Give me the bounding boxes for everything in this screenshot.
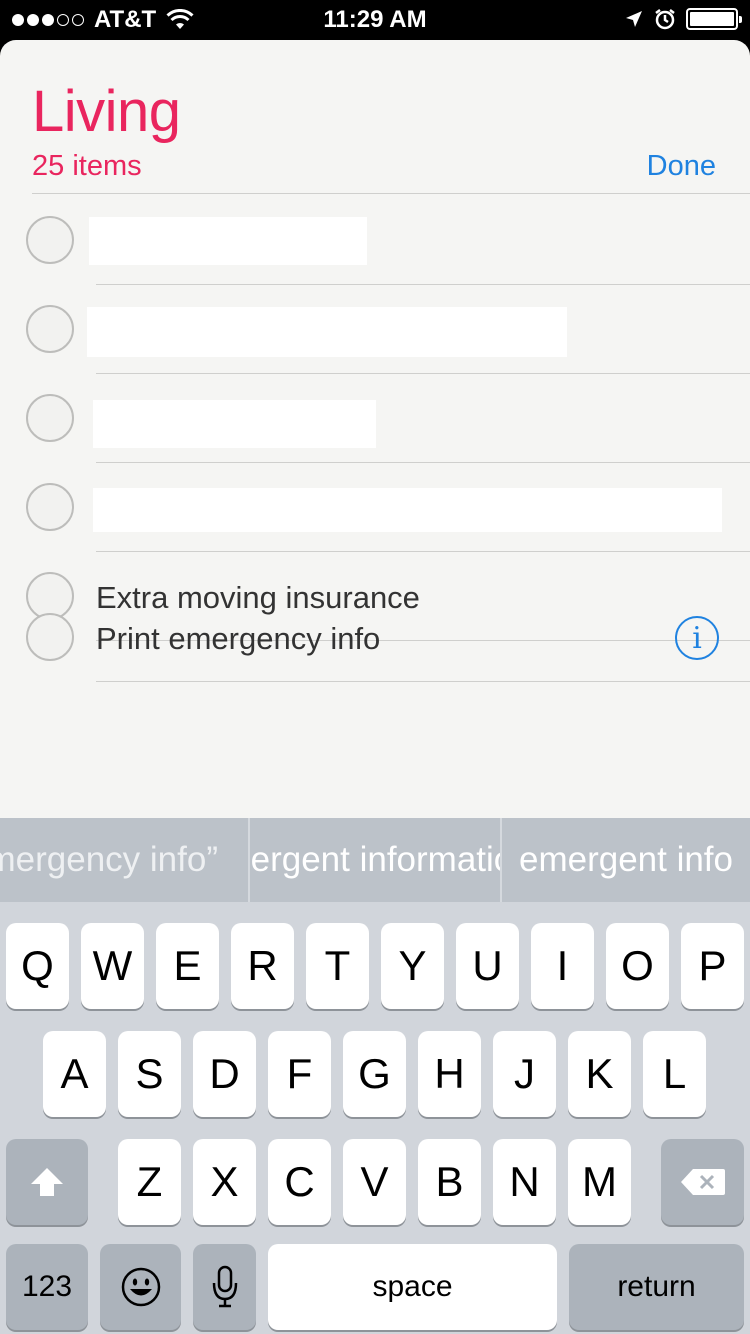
key-j[interactable]: J — [493, 1031, 556, 1117]
key-b[interactable]: B — [418, 1139, 481, 1225]
dictation-key[interactable] — [193, 1244, 256, 1330]
done-button[interactable]: Done — [647, 150, 716, 183]
microphone-icon — [212, 1265, 237, 1308]
emoji-key[interactable] — [100, 1244, 181, 1330]
key-z[interactable]: Z — [118, 1139, 181, 1225]
key-e[interactable]: E — [156, 923, 219, 1009]
numbers-key[interactable]: 123 — [6, 1244, 88, 1330]
row-divider — [96, 284, 750, 285]
space-key[interactable]: space — [268, 1244, 557, 1330]
key-v[interactable]: V — [343, 1139, 406, 1225]
key-a[interactable]: A — [43, 1031, 106, 1117]
reminder-checkbox[interactable] — [26, 216, 74, 264]
key-l[interactable]: L — [643, 1031, 706, 1117]
item-count: 25 items — [32, 150, 142, 182]
shift-key[interactable] — [6, 1139, 88, 1225]
row-divider — [96, 681, 750, 682]
key-w[interactable]: W — [81, 923, 144, 1009]
reminder-checkbox[interactable] — [26, 613, 74, 661]
key-f[interactable]: F — [268, 1031, 331, 1117]
key-m[interactable]: M — [568, 1139, 631, 1225]
backspace-icon — [680, 1169, 725, 1195]
battery-icon — [686, 8, 742, 30]
key-y[interactable]: Y — [381, 923, 444, 1009]
reminder-checkbox[interactable] — [26, 394, 74, 442]
reminder-text[interactable]: Extra moving insurance — [96, 580, 420, 616]
key-i[interactable]: I — [531, 923, 594, 1009]
status-bar: AT&T 11:29 AM — [0, 0, 750, 40]
redacted-reminder-text[interactable] — [93, 400, 376, 448]
redacted-reminder-text[interactable] — [87, 307, 567, 357]
row-divider — [96, 373, 750, 374]
prediction-suggestion[interactable]: emergent information — [250, 818, 500, 902]
row-divider — [96, 551, 750, 552]
key-u[interactable]: U — [456, 923, 519, 1009]
emoji-face-icon — [121, 1267, 160, 1307]
key-c[interactable]: C — [268, 1139, 331, 1225]
key-t[interactable]: T — [306, 923, 369, 1009]
key-p[interactable]: P — [681, 923, 744, 1009]
info-icon: i — [692, 620, 702, 656]
return-key[interactable]: return — [569, 1244, 744, 1330]
redacted-reminder-text[interactable] — [89, 217, 367, 265]
key-q[interactable]: Q — [6, 923, 69, 1009]
reminder-text-editing[interactable]: Print emergency info — [96, 621, 380, 657]
info-button[interactable]: i — [675, 616, 719, 660]
key-d[interactable]: D — [193, 1031, 256, 1117]
keyboard: Q W E R T Y U I O P A S D F G H J K L Z … — [0, 902, 750, 1334]
key-h[interactable]: H — [418, 1031, 481, 1117]
key-s[interactable]: S — [118, 1031, 181, 1117]
list-title: Living — [32, 79, 181, 144]
prediction-suggestion[interactable]: emergent info — [502, 818, 750, 902]
key-g[interactable]: G — [343, 1031, 406, 1117]
reminder-checkbox[interactable] — [26, 305, 74, 353]
shift-arrow-icon — [31, 1168, 63, 1196]
prediction-literal[interactable]: “emergency info” — [0, 818, 248, 902]
predictive-text-bar: “emergency info” emergent information em… — [0, 818, 750, 902]
header-divider — [32, 193, 750, 194]
key-o[interactable]: O — [606, 923, 669, 1009]
reminders-list-sheet: Living 25 items Done Extra moving insura… — [0, 40, 750, 818]
redacted-reminder-text[interactable] — [93, 488, 722, 532]
delete-key[interactable] — [661, 1139, 744, 1225]
reminder-checkbox[interactable] — [26, 483, 74, 531]
key-x[interactable]: X — [193, 1139, 256, 1225]
alarm-clock-icon — [655, 9, 675, 30]
key-n[interactable]: N — [493, 1139, 556, 1225]
key-r[interactable]: R — [231, 923, 294, 1009]
row-divider — [96, 462, 750, 463]
location-arrow-icon — [626, 11, 642, 27]
key-k[interactable]: K — [568, 1031, 631, 1117]
